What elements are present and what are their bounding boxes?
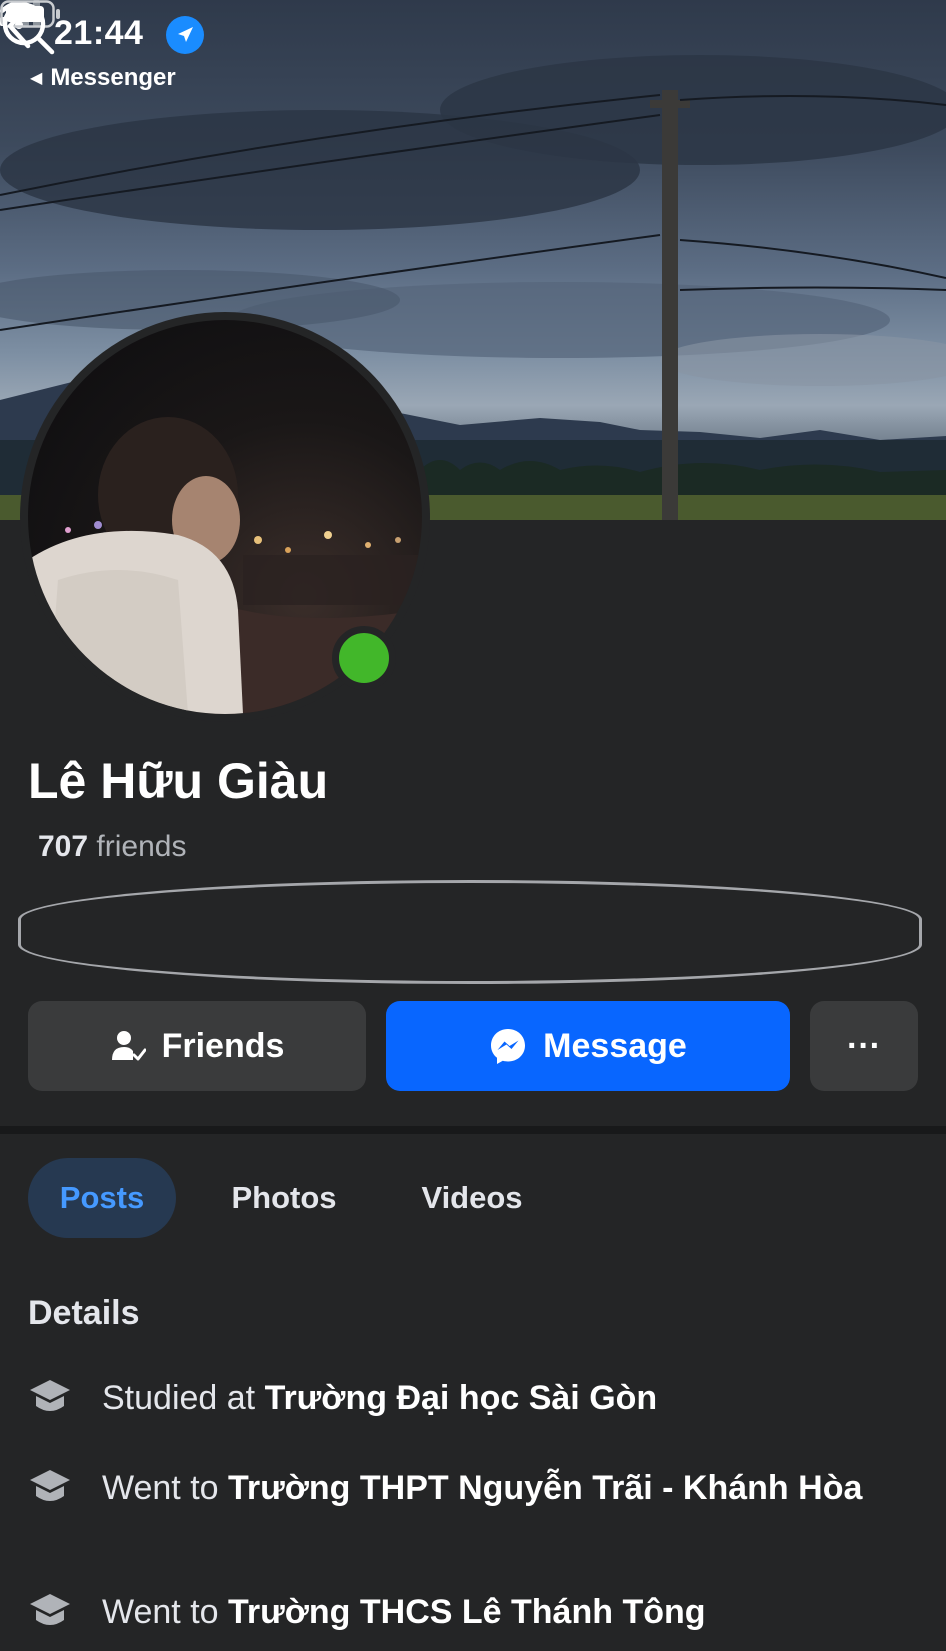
detail-prefix: Studied at <box>102 1379 265 1417</box>
more-options-icon: ··· <box>847 1026 881 1065</box>
friends-count[interactable]: 707 friends <box>38 830 186 864</box>
profile-name: Lê Hữu Giàu <box>28 753 329 809</box>
education-icon <box>30 1380 70 1411</box>
friends-count-number: 707 <box>38 830 89 863</box>
location-arrow-icon <box>166 16 204 54</box>
tab-photos[interactable]: Photos <box>210 1158 358 1238</box>
back-to-messenger-link[interactable]: ◀ Messenger <box>30 64 176 92</box>
detail-place[interactable]: Trường THCS Lê Thánh Tông <box>228 1593 706 1631</box>
friends-button[interactable]: Friends <box>28 1001 366 1091</box>
search-icon[interactable] <box>0 0 56 56</box>
education-icon <box>30 1594 70 1625</box>
detail-prefix: Went to <box>102 1469 228 1507</box>
details-heading: Details <box>28 1294 140 1332</box>
back-app-label: Messenger <box>50 64 176 91</box>
education-icon <box>30 1470 70 1501</box>
back-triangle-icon: ◀ <box>30 70 43 87</box>
friends-button-label: Friends <box>161 1026 285 1065</box>
messenger-icon <box>491 1029 526 1064</box>
message-button-label: Message <box>543 1026 687 1065</box>
online-status-indicator <box>332 626 396 690</box>
detail-prefix: Went to <box>102 1593 228 1631</box>
friends-count-label: friends <box>96 830 187 863</box>
friends-check-icon <box>111 1031 146 1061</box>
detail-place[interactable]: Trường THPT Nguyễn Trãi - Khánh Hòa <box>228 1469 862 1507</box>
more-options-button[interactable]: ··· <box>810 1001 918 1091</box>
tab-videos[interactable]: Videos <box>398 1158 546 1238</box>
bio-highlight-outline <box>18 880 922 984</box>
message-button[interactable]: Message <box>386 1001 790 1091</box>
detail-place[interactable]: Trường Đại học Sài Gòn <box>265 1379 658 1417</box>
tab-posts[interactable]: Posts <box>28 1158 176 1238</box>
status-time: 21:44 <box>54 14 144 52</box>
section-divider <box>0 1126 946 1134</box>
